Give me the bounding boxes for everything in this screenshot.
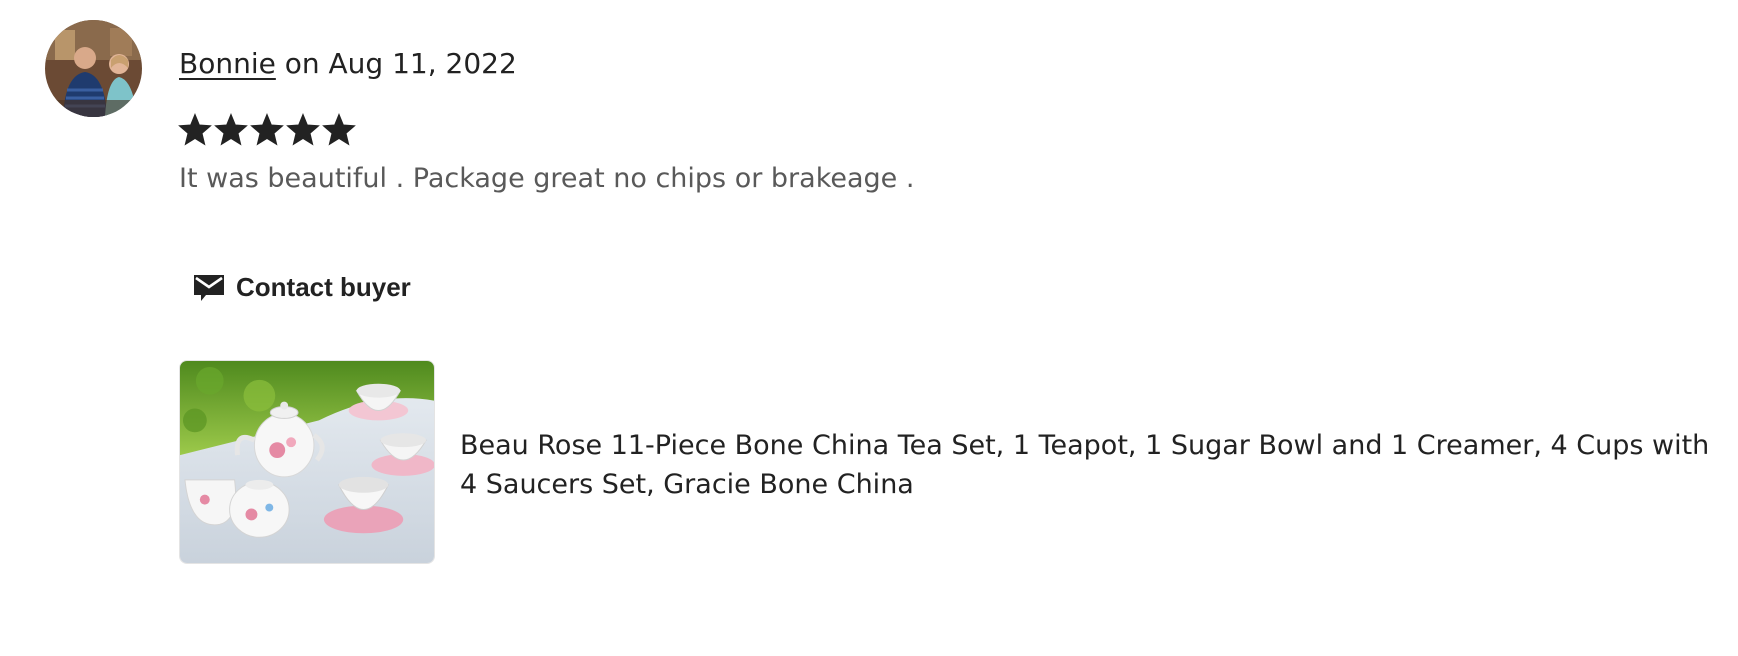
star-icon — [322, 113, 356, 146]
star-icon — [286, 113, 320, 146]
tea-set-image — [180, 361, 434, 563]
review-text: It was beautiful . Package great no chip… — [179, 163, 915, 194]
star-rating — [177, 112, 357, 152]
star-icon — [214, 113, 248, 146]
star-icon — [250, 113, 284, 146]
reviewer-avatar[interactable] — [45, 20, 142, 117]
product-title-link[interactable]: Beau Rose 11-Piece Bone China Tea Set, 1… — [460, 426, 1710, 504]
review-header: Bonnie on Aug 11, 2022 — [179, 44, 517, 84]
star-icon — [178, 113, 212, 146]
envelope-icon — [192, 270, 226, 304]
reviewer-photo — [45, 20, 142, 117]
review-date: on Aug 11, 2022 — [275, 47, 517, 80]
contact-buyer-label: Contact buyer — [236, 271, 411, 302]
product-thumbnail[interactable] — [179, 360, 435, 564]
reviewer-name-link[interactable]: Bonnie — [179, 47, 276, 80]
contact-buyer-button[interactable]: Contact buyer — [180, 262, 423, 312]
